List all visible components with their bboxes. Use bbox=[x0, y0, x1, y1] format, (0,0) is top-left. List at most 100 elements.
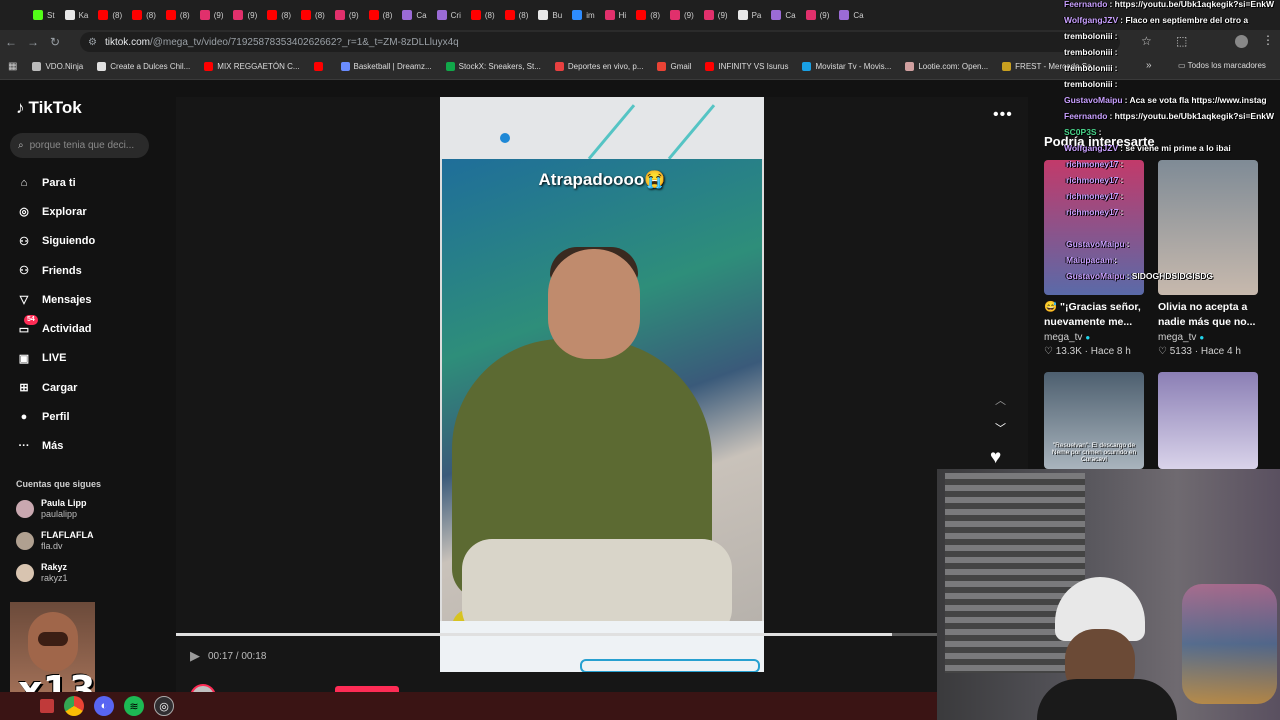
browser-tab[interactable]: (8) bbox=[161, 0, 195, 30]
browser-tab[interactable]: St bbox=[28, 0, 60, 30]
browser-tab[interactable]: (9) bbox=[801, 0, 835, 30]
browser-tab[interactable]: im bbox=[567, 0, 599, 30]
browser-tab[interactable]: Bu bbox=[533, 0, 567, 30]
browser-tab[interactable]: (9) bbox=[195, 0, 229, 30]
search-input[interactable]: ⌕ porque tenia que deci... bbox=[10, 133, 149, 158]
like-heart-icon[interactable]: ♥ bbox=[990, 447, 1001, 469]
sidebar-item-friends[interactable]: ⚇ Friends bbox=[16, 256, 156, 285]
bookmark-label: VDO.Ninja bbox=[45, 62, 84, 71]
chat-text: : Aca se vota fla https://www.instag bbox=[1124, 95, 1267, 105]
browser-tab[interactable]: (8) bbox=[500, 0, 534, 30]
sidebar-item-live[interactable]: ▣ LIVE bbox=[16, 344, 156, 373]
bookmark-item[interactable]: MIX REGGAETÓN C... bbox=[197, 62, 306, 71]
bookmark-favicon-icon bbox=[657, 62, 667, 71]
browser-tab[interactable]: Cri bbox=[432, 0, 466, 30]
browser-tab[interactable]: Ca bbox=[766, 0, 800, 30]
browser-tab[interactable]: (8) bbox=[262, 0, 296, 30]
sidebar-item-actividad[interactable]: ▭ 54 Actividad bbox=[16, 314, 156, 343]
tab-favicon-icon bbox=[132, 10, 143, 20]
browser-tab[interactable]: (9) bbox=[228, 0, 262, 30]
browser-tab[interactable]: Ca bbox=[397, 0, 431, 30]
video-thumbnail[interactable]: "Resuelvan": El descargo de Neme por cri… bbox=[1044, 372, 1144, 469]
browser-tab[interactable]: (8) bbox=[466, 0, 500, 30]
discord-icon[interactable]: ◐ bbox=[94, 696, 114, 716]
bookmark-item[interactable]: Basketball | Dreamz... bbox=[334, 62, 439, 71]
sidebar-item-perfil[interactable]: ● Perfil bbox=[16, 402, 156, 431]
tab-label: Hi bbox=[618, 10, 627, 20]
windows-icon[interactable] bbox=[40, 699, 54, 713]
screen: St Ka (8) (8) (8) (9) (9) (8) (8) (9) (8) Ca Cri (8) (… bbox=[0, 0, 1280, 720]
followed-account[interactable]: FLAFLAFLA fla.dv bbox=[16, 530, 93, 552]
followed-account[interactable]: Rakyz rakyz1 bbox=[16, 562, 68, 584]
bookmark-item[interactable]: Create a Dulces Chil... bbox=[90, 62, 197, 71]
sidebar-item-para-ti[interactable]: ⌂ Para ti bbox=[16, 168, 156, 197]
previous-video-icon[interactable]: ︿ bbox=[995, 392, 1006, 408]
bookmark-label: Create a Dulces Chil... bbox=[110, 62, 191, 71]
sidebar-item-explorar[interactable]: ◎ Explorar bbox=[16, 197, 156, 226]
chat-username: WolfgangJZV bbox=[1064, 15, 1119, 25]
bookmark-item[interactable]: Deportes en vivo, p... bbox=[548, 62, 651, 71]
browser-tab[interactable]: (8) bbox=[364, 0, 398, 30]
chat-text: : bbox=[1114, 255, 1118, 265]
browser-tab[interactable]: Ca bbox=[834, 0, 868, 30]
chat-text: : se viene mi prime a lo ibai bbox=[1120, 143, 1231, 153]
logo-text: TikTok bbox=[28, 98, 82, 117]
obs-icon[interactable]: ◎ bbox=[154, 696, 174, 716]
back-button[interactable]: ← bbox=[0, 31, 22, 53]
more-icon: ··· bbox=[18, 440, 30, 453]
sidebar-item-siguiendo[interactable]: ⚇ Siguiendo bbox=[16, 227, 156, 256]
bookmark-item[interactable]: Movistar Tv - Movis... bbox=[795, 62, 898, 71]
recommended-video-card[interactable] bbox=[1158, 372, 1258, 469]
reload-button[interactable]: ↻ bbox=[44, 31, 66, 53]
sidebar-item-más[interactable]: ··· Más bbox=[16, 432, 156, 461]
account-name: Paula Lipp bbox=[41, 498, 87, 508]
tab-favicon-icon bbox=[771, 10, 782, 20]
chrome-icon[interactable] bbox=[64, 696, 84, 716]
browser-tab[interactable]: (8) bbox=[127, 0, 161, 30]
account-handle: rakyz1 bbox=[41, 573, 68, 583]
browser-tab[interactable]: Ka bbox=[60, 0, 94, 30]
site-info-icon[interactable]: ⚙ bbox=[88, 37, 97, 48]
browser-tab[interactable]: Pa bbox=[733, 0, 767, 30]
chat-username: Maiupacam bbox=[1066, 255, 1113, 265]
followed-account[interactable]: Paula Lipp paulalipp bbox=[16, 498, 87, 520]
browser-tab[interactable]: (9) bbox=[699, 0, 733, 30]
more-options-icon[interactable]: ••• bbox=[993, 106, 1013, 124]
taskbar: ◐ ≋ ◎ bbox=[0, 692, 937, 720]
bookmark-item[interactable]: INFINITY VS Isurus bbox=[698, 62, 795, 71]
sidebar-item-mensajes[interactable]: ▽ Mensajes bbox=[16, 285, 156, 314]
friends-icon: ⚇ bbox=[19, 265, 29, 278]
video-thumbnail[interactable] bbox=[1158, 372, 1258, 469]
card-title: 😅 "¡Gracias señor, nuevamente me... bbox=[1044, 301, 1141, 328]
browser-tab[interactable]: (8) bbox=[631, 0, 665, 30]
browser-tab[interactable]: (8) bbox=[93, 0, 127, 30]
next-video-icon[interactable]: ﹀ bbox=[995, 420, 1006, 436]
video-progress-bar[interactable] bbox=[176, 633, 938, 636]
spotify-icon[interactable]: ≋ bbox=[124, 696, 144, 716]
tab-label: Pa bbox=[751, 10, 762, 20]
browser-tab[interactable]: (8) bbox=[296, 0, 330, 30]
browser-tab[interactable]: (9) bbox=[330, 0, 364, 30]
browser-tab[interactable]: (9) bbox=[665, 0, 699, 30]
forward-button[interactable]: → bbox=[22, 31, 44, 53]
bookmark-item[interactable]: Lootie.com: Open... bbox=[898, 62, 995, 71]
tab-label: Ca bbox=[416, 10, 427, 20]
tab-favicon-icon bbox=[805, 10, 816, 20]
bookmark-item[interactable] bbox=[307, 62, 334, 71]
sidebar-item-cargar[interactable]: ⊞ Cargar bbox=[16, 373, 156, 402]
apps-grid-icon[interactable]: ▦ bbox=[8, 61, 17, 72]
bookmark-item[interactable]: StockX: Sneakers, St... bbox=[439, 62, 548, 71]
tab-label: (9) bbox=[684, 10, 694, 20]
chat-message: tremboloniii: bbox=[1064, 31, 1117, 41]
browser-tab[interactable]: Hi bbox=[600, 0, 632, 30]
bookmark-item[interactable]: VDO.Ninja bbox=[25, 62, 90, 71]
tab-favicon-icon bbox=[402, 10, 413, 20]
video-frame[interactable]: Atrapadoooo😭 bbox=[440, 97, 764, 672]
recommended-video-card[interactable]: "Resuelvan": El descargo de Neme por cri… bbox=[1044, 372, 1144, 469]
tiktok-logo[interactable]: ♪ TikTok bbox=[16, 98, 82, 118]
chat-text: : https://youtu.be/Ubk1aqkegik?si=EnkW bbox=[1109, 0, 1275, 9]
play-icon[interactable]: ▶ bbox=[190, 648, 200, 664]
tab-label: (8) bbox=[518, 10, 529, 20]
bookmark-item[interactable]: Gmail bbox=[650, 62, 698, 71]
address-bar[interactable]: ⚙ tiktok.com/@mega_tv/video/719258783534… bbox=[80, 32, 1120, 52]
